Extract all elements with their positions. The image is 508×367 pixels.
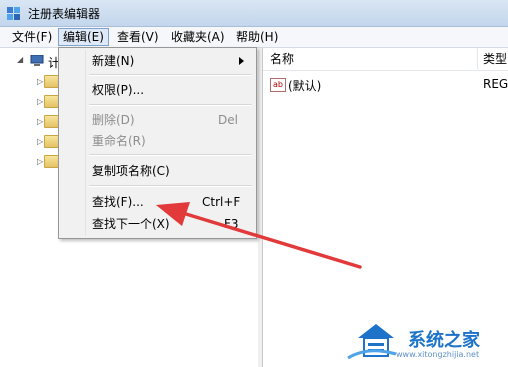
watermark-url-text: www.xitongzhijia.net	[396, 350, 480, 359]
watermark-brand-text: 系统之家	[408, 330, 480, 351]
annotation-arrow-icon	[156, 202, 362, 269]
